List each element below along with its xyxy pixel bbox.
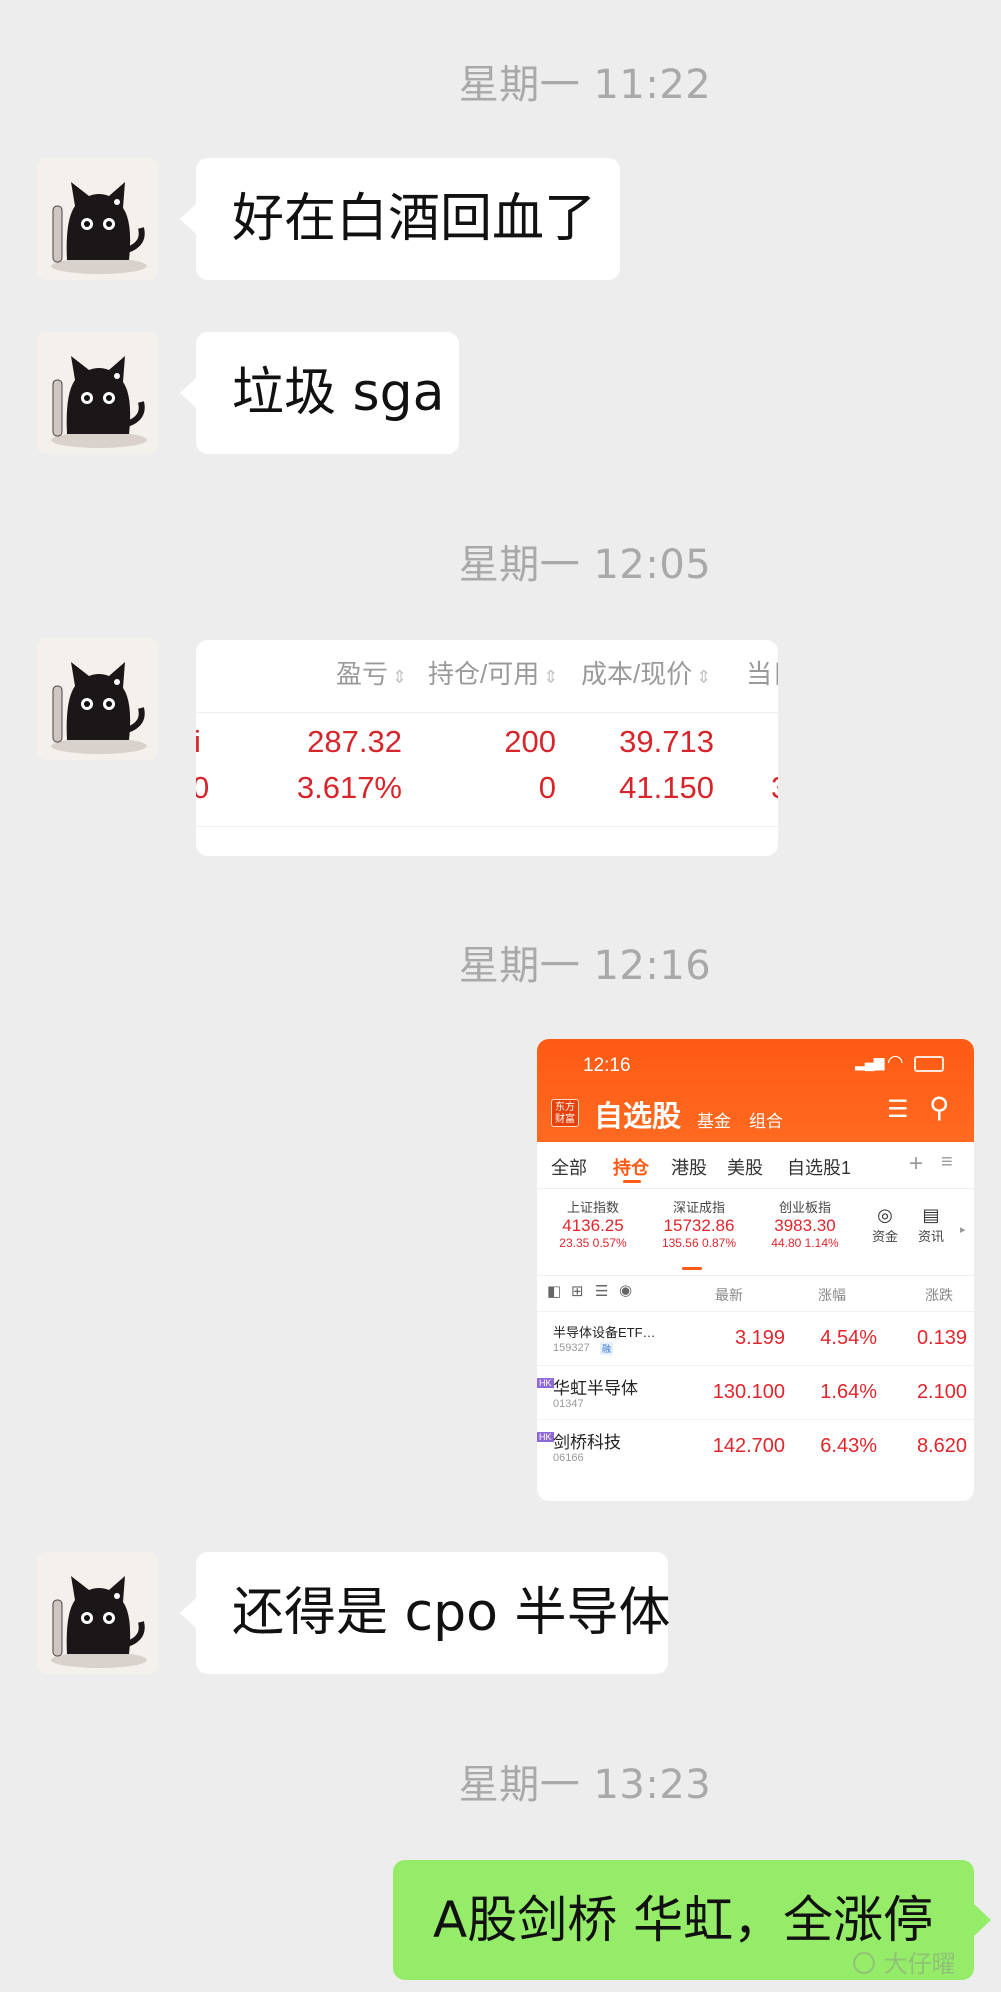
header-cost[interactable]: 成本/现价 ⇕ [581, 646, 711, 702]
stock-name: 半导体设备ETF… [553, 1325, 656, 1340]
black-cat-avatar-icon [37, 638, 159, 760]
message-text: 垃圾 sga [232, 363, 445, 423]
wifi-icon: ◠ [887, 1052, 904, 1073]
timestamp: 星期一 12:05 [458, 542, 712, 588]
col-change[interactable]: 涨跌 [925, 1285, 953, 1305]
active-tab-indicator [623, 1180, 641, 1183]
watermark: 〇 大仔曜 [852, 1950, 956, 1978]
cut-value: 0 [196, 770, 210, 805]
timestamp: 星期一 13:23 [458, 1762, 712, 1808]
fund-flow-icon: ◎ [877, 1205, 893, 1225]
stock-pct: 6.43% [820, 1435, 877, 1457]
tab-hk[interactable]: 港股 [671, 1154, 707, 1180]
hk-badge: HK [537, 1378, 554, 1388]
stock-pct: 1.64% [820, 1381, 877, 1403]
black-cat-avatar-icon [37, 158, 159, 280]
status-time: 12:16 [583, 1055, 631, 1076]
message-bubble[interactable]: 好在白酒回血了 [180, 158, 620, 280]
nav-fund[interactable]: 基金 [697, 1107, 731, 1132]
stock-name: 华虹半导体 [553, 1379, 638, 1398]
stock-row[interactable]: HK 华虹半导体 01347 130.100 1.64% 2.100 [537, 1365, 974, 1420]
cost-value: 39.713 [619, 724, 714, 759]
black-cat-avatar-icon [37, 1552, 159, 1674]
tab-custom1[interactable]: 自选股1 [787, 1154, 851, 1180]
list-icon[interactable]: ☰ [595, 1282, 608, 1300]
stock-name: 剑桥科技 [553, 1433, 621, 1452]
signal-icon: ▂▄▆ [855, 1054, 884, 1070]
tab-us[interactable]: 美股 [727, 1154, 763, 1180]
stock-price: 130.100 [712, 1381, 785, 1403]
add-icon[interactable]: + [909, 1150, 923, 1178]
index-sh[interactable]: 上证指数 4136.25 23.35 0.57% [543, 1197, 643, 1250]
index-sz[interactable]: 深证成指 15732.86 135.56 0.87% [643, 1197, 755, 1250]
avatar[interactable] [37, 1552, 159, 1674]
avatar[interactable] [37, 158, 159, 280]
stock-row[interactable]: 半导体设备ETF… 159327 融 3.199 4.54% 0.139 [537, 1311, 974, 1366]
stock-code: 159327 [553, 1342, 590, 1354]
search-icon[interactable]: ⚲ [929, 1091, 950, 1124]
carousel-indicator [682, 1267, 702, 1270]
cut-value: i [196, 724, 201, 759]
avatar[interactable] [37, 332, 159, 454]
message-text: A股剑桥 华虹，全涨停 [433, 1891, 934, 1949]
filter-icon[interactable]: ☰ [887, 1095, 909, 1124]
avatar[interactable] [37, 638, 159, 760]
pnl-pct: 3.617% [296, 770, 402, 805]
timestamp: 星期一 11:22 [458, 62, 712, 108]
tab-holdings[interactable]: 持仓 [613, 1154, 649, 1180]
news-icon: ▤ [922, 1205, 940, 1225]
message-bubble[interactable]: 垃圾 sga [180, 332, 459, 454]
timestamp: 星期一 12:16 [458, 943, 712, 989]
settings-icon[interactable]: ◉ [619, 1281, 632, 1299]
header-today[interactable]: 当日 [746, 646, 778, 702]
tab-bar: 全部 持仓 港股 美股 自选股1 + ≡ [537, 1142, 974, 1189]
col-pct[interactable]: 涨幅 [818, 1285, 846, 1305]
stock-code: 06166 [553, 1452, 584, 1464]
sort-icon: ⇕ [543, 667, 559, 687]
position-value: 200 [504, 724, 556, 759]
chevron-right-icon[interactable]: ▸ [960, 1223, 966, 1236]
sort-icon: ⇕ [696, 667, 712, 687]
message-text: 还得是 cpo 半导体 [232, 1583, 671, 1643]
available-value: 0 [538, 770, 556, 805]
col-latest[interactable]: 最新 [715, 1285, 743, 1305]
margin-badge: 融 [600, 1342, 614, 1355]
list-header: ◧ ⊞ ☰ ◉ 最新 涨幅 涨跌 [537, 1275, 974, 1312]
header-pnl[interactable]: 盈亏 ⇕ [336, 646, 407, 702]
news-button[interactable]: ▤ 资讯 [911, 1205, 951, 1245]
grid-icon[interactable]: ⊞ [571, 1282, 584, 1300]
app-logo: 东方 财富 [551, 1099, 579, 1127]
index-gem[interactable]: 创业板指 3983.30 44.80 1.14% [755, 1197, 855, 1250]
fund-flow-button[interactable]: ◎ 资金 [865, 1205, 905, 1245]
tab-all[interactable]: 全部 [551, 1154, 587, 1180]
stock-change: 2.100 [916, 1381, 967, 1403]
hk-badge: HK [537, 1432, 554, 1442]
sort-icon: ⇕ [392, 667, 408, 687]
stock-price: 142.700 [712, 1435, 785, 1457]
message-text: 好在白酒回血了 [232, 189, 597, 249]
nav-combo[interactable]: 组合 [749, 1107, 783, 1132]
image-message-holdings[interactable]: 盈亏⇕ 持仓/可用⇕ 成本/现价⇕ 当日 i 0 287.32 3.617% 2… [196, 640, 778, 856]
stock-change: 0.139 [916, 1327, 967, 1349]
stock-pct: 4.54% [820, 1327, 877, 1349]
current-price: 41.150 [619, 770, 714, 805]
app-header: 12:16 ▂▄▆ ◠ 东方 财富 自选股 基金 组合 ☰ ⚲ [537, 1039, 974, 1142]
cut-value: 3 [771, 770, 778, 806]
message-bubble[interactable]: 还得是 cpo 半导体 [180, 1552, 671, 1674]
divider [196, 712, 778, 713]
stock-change: 8.620 [916, 1435, 967, 1457]
stock-row[interactable]: HK 剑桥科技 06166 142.700 6.43% 8.620 [537, 1419, 974, 1474]
stock-code: 01347 [553, 1398, 584, 1410]
header-position[interactable]: 持仓/可用 ⇕ [428, 646, 558, 702]
image-message-watchlist[interactable]: 12:16 ▂▄▆ ◠ 东方 财富 自选股 基金 组合 ☰ ⚲ 全部 持仓 港股… [537, 1039, 974, 1501]
divider [196, 826, 778, 827]
pnl-value: 287.32 [307, 724, 402, 759]
menu-icon[interactable]: ≡ [941, 1151, 953, 1174]
stock-price: 3.199 [734, 1327, 785, 1349]
page-title: 自选股 [594, 1101, 682, 1133]
layout-icon[interactable]: ◧ [547, 1282, 561, 1300]
battery-icon [914, 1056, 944, 1072]
index-strip: 上证指数 4136.25 23.35 0.57% 深证成指 15732.86 1… [537, 1189, 974, 1270]
black-cat-avatar-icon [37, 332, 159, 454]
